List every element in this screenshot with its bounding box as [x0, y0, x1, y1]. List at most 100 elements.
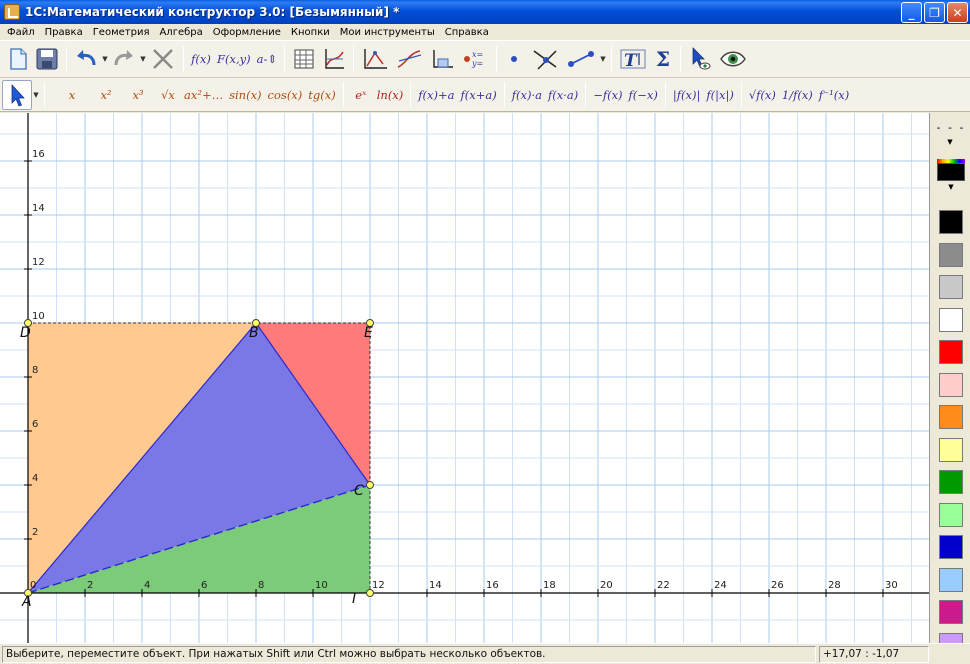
visibility-button[interactable] [715, 44, 751, 74]
sum-tool-button[interactable]: Σ [650, 44, 676, 74]
menu-geometry[interactable]: Геометрия [88, 27, 155, 38]
coord-system-button[interactable] [358, 44, 392, 74]
function-toolbar: ▼ x x² x³ √x ax²+… sin(x) cos(x) tg(x) e… [0, 78, 970, 112]
transform-scale-out-button[interactable]: f(x)·a [509, 80, 545, 110]
transform-neg-in-button[interactable]: f(−x) [626, 80, 661, 110]
y-tick-label: 4 [32, 473, 38, 484]
template-sqrt-button[interactable]: √x [155, 80, 181, 110]
transform-abs-out-button[interactable]: |f(x)| [670, 80, 703, 110]
menu-algebra[interactable]: Алгебра [154, 27, 207, 38]
cursor-arrow-icon [11, 83, 25, 106]
transform-shift-in-button[interactable]: f(x+a) [458, 80, 500, 110]
color-picker-button[interactable]: ▼ [937, 159, 965, 195]
title-bar: 1С:Математический конструктор 3.0: [Безы… [0, 0, 970, 24]
toolbar-separator [183, 46, 184, 72]
intersection-icon [533, 50, 557, 70]
point-label: B [249, 325, 259, 341]
color-swatch[interactable] [939, 372, 963, 397]
y-tick-label: 6 [32, 419, 38, 430]
new-document-button[interactable] [4, 44, 32, 74]
transform-shift-up-button[interactable]: f(x)+a [415, 80, 457, 110]
select-dropdown-icon[interactable]: ▼ [32, 91, 40, 99]
save-button[interactable] [32, 44, 62, 74]
window-controls: _ ❐ ✕ [901, 2, 968, 23]
transform-neg-out-button[interactable]: −f(x) [590, 80, 625, 110]
cursor-eye-icon [692, 47, 711, 70]
template-x2-button[interactable]: x² [93, 80, 119, 110]
sigma-icon: Σ [655, 47, 671, 71]
point-label: D [20, 325, 31, 341]
undo-dropdown-icon[interactable]: ▼ [101, 55, 109, 63]
select-show-button[interactable] [685, 44, 715, 74]
toolbar-separator [342, 81, 344, 108]
point-label: E [364, 325, 373, 341]
save-icon [36, 48, 58, 70]
color-swatch[interactable] [939, 502, 963, 527]
equation-button[interactable]: x= y= [458, 44, 492, 74]
menu-help[interactable]: Справка [440, 27, 494, 38]
status-message: Выберите, переместите объект. При нажаты… [2, 646, 816, 663]
color-swatch[interactable] [939, 242, 963, 267]
color-swatch[interactable] [939, 600, 963, 624]
toolbar-separator [44, 81, 45, 108]
x-tick-label: 16 [486, 580, 499, 591]
drawing-canvas[interactable]: 2 4 6 8 10 12 14 16 18 20 22 24 26 28 30 2 4 6 8 10 12 14 16 0 A… [0, 113, 930, 643]
template-sin-button[interactable]: sin(x) [226, 80, 264, 110]
function-fx-button[interactable]: f(x) [188, 44, 214, 74]
menu-buttons[interactable]: Кнопки [286, 27, 335, 38]
parameter-label: a- [256, 52, 268, 66]
menu-edit[interactable]: Правка [40, 27, 88, 38]
menu-format[interactable]: Оформление [208, 27, 286, 38]
transform-recip-button[interactable]: 1/f(x) [779, 80, 816, 110]
minimize-button[interactable]: _ [901, 2, 922, 23]
segment-tool-button[interactable] [563, 44, 599, 74]
template-x-button[interactable]: x [59, 80, 85, 110]
menu-file[interactable]: Файл [2, 27, 40, 38]
redo-dropdown-icon[interactable]: ▼ [139, 55, 147, 63]
template-ln-button[interactable]: ln(x) [374, 80, 407, 110]
line-style-button[interactable]: - - - ▼ [936, 121, 966, 151]
app-window: 1С:Математический конструктор 3.0: [Безы… [0, 0, 970, 664]
redo-button[interactable] [109, 44, 139, 74]
table-button[interactable] [289, 44, 319, 74]
undo-button[interactable] [71, 44, 101, 74]
maximize-button[interactable]: ❐ [924, 2, 945, 23]
color-swatch[interactable] [939, 405, 963, 429]
close-button[interactable]: ✕ [947, 2, 968, 23]
menu-bar: Файл Правка Геометрия Алгебра Оформление… [0, 24, 970, 40]
function-fxy-button[interactable]: F(x,y) [214, 44, 254, 74]
color-swatch[interactable] [939, 567, 963, 592]
template-tg-button[interactable]: tg(x) [305, 80, 338, 110]
menu-my-tools[interactable]: Мои инструменты [335, 27, 440, 38]
transform-abs-in-button[interactable]: f(|x|) [703, 80, 736, 110]
transform-inverse-button[interactable]: f⁻¹(x) [816, 80, 852, 110]
point-tool-button[interactable] [501, 44, 527, 74]
select-tool-button[interactable] [2, 79, 32, 110]
template-cos-button[interactable]: cos(x) [265, 80, 306, 110]
color-swatch[interactable] [939, 307, 963, 332]
style-panel: - - - ▼ ▼ [932, 113, 970, 657]
template-x3-button[interactable]: x³ [125, 80, 151, 110]
segment-dropdown-icon[interactable]: ▼ [599, 55, 607, 63]
point-on-graph-button[interactable] [426, 44, 458, 74]
color-swatch[interactable] [939, 535, 963, 559]
color-swatch[interactable] [939, 340, 963, 364]
template-quadratic-button[interactable]: ax²+… [181, 80, 226, 110]
tangent-button[interactable] [392, 44, 426, 74]
graph-button[interactable] [319, 44, 349, 74]
intersection-tool-button[interactable] [527, 44, 563, 74]
color-swatch[interactable] [939, 470, 963, 494]
text-tool-button[interactable]: T [616, 44, 650, 74]
point-icon [510, 56, 517, 62]
color-swatch[interactable] [939, 437, 963, 462]
plot-svg[interactable]: 2 4 6 8 10 12 14 16 18 20 22 24 26 28 302468101214160A… [0, 113, 930, 643]
template-exp-button[interactable]: eˣ [348, 80, 374, 110]
delete-button[interactable] [147, 44, 179, 74]
transform-scale-in-button[interactable]: f(x·a) [545, 80, 581, 110]
color-swatch[interactable] [939, 275, 963, 299]
color-swatch[interactable] [939, 210, 963, 234]
x-tick-label: 10 [315, 580, 328, 591]
parameter-button[interactable]: a- ⇕ [254, 44, 280, 74]
transform-sqrt-f-button[interactable]: √f(x) [746, 80, 779, 110]
point-on-graph-icon [433, 50, 453, 68]
